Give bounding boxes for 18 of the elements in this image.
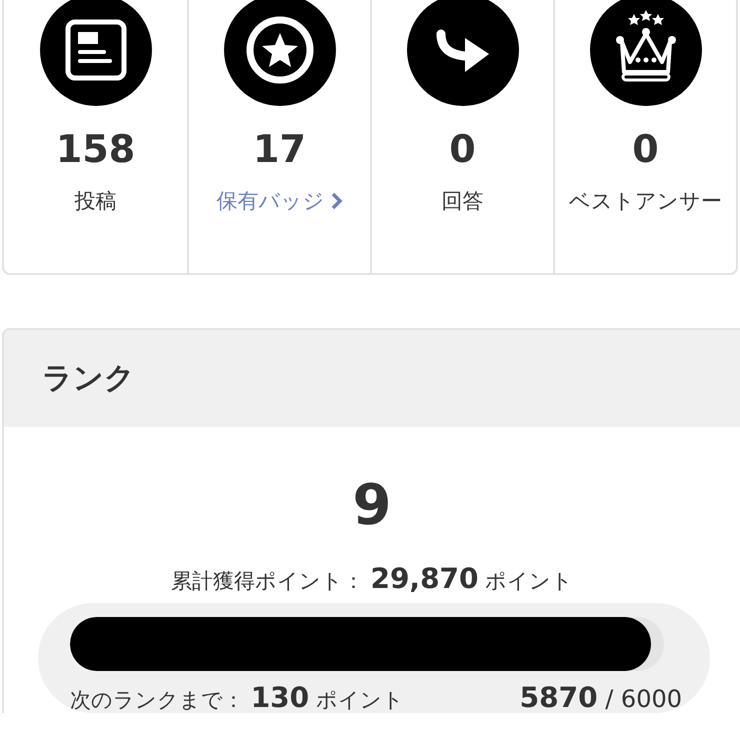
stat-label: 投稿 [74, 188, 116, 215]
document-icon [40, 0, 152, 106]
total-points: 累計獲得ポイント： 29,870 ポイント [170, 561, 574, 597]
stat-label: 回答 [442, 188, 484, 215]
stat-value: 17 [253, 126, 306, 172]
crown-icon [590, 0, 702, 106]
rank-heading: ランク [4, 330, 740, 427]
star-badge-icon [224, 0, 336, 106]
points-to-next-rank: 次のランクまで： 130 ポイント [70, 681, 404, 713]
chevron-right-icon[interactable] [330, 192, 342, 210]
stat-label: ベストアンサー [569, 188, 722, 215]
badges-link[interactable]: 保有バッジ [216, 186, 324, 216]
rank-value: 9 [352, 472, 392, 540]
progress-count: 5870 / 6000 [520, 681, 682, 713]
curved-arrow-icon [406, 0, 518, 106]
stat-value: 0 [449, 126, 476, 172]
stat-value: 0 [632, 126, 659, 172]
stat-value: 158 [56, 126, 136, 172]
